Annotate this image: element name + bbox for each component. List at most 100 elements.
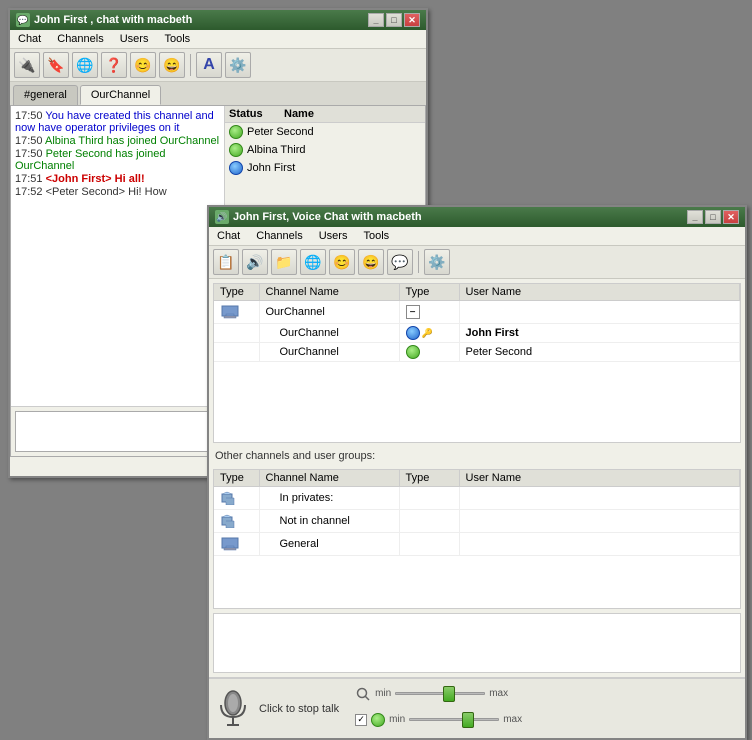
col-channel-name: Channel Name [259, 284, 399, 301]
vc-menu-chat[interactable]: Chat [213, 229, 244, 243]
vc-tool-5[interactable]: 😊 [329, 249, 355, 275]
channel-type-icon [214, 301, 259, 324]
vc-tool-settings[interactable]: ⚙️ [424, 249, 450, 275]
vc-main-table: Type Channel Name Type User Name [214, 284, 740, 362]
slider-row-1: min max [355, 686, 522, 702]
tool-globe[interactable]: 🌐 [72, 52, 98, 78]
john-status-icon [406, 326, 420, 340]
close-button[interactable]: ✕ [404, 13, 420, 27]
peter-status-icon [406, 345, 420, 359]
tool-settings[interactable]: ⚙️ [225, 52, 251, 78]
username-peter: Peter Second [247, 126, 314, 138]
vc-tool-6[interactable]: 😄 [358, 249, 384, 275]
menu-users[interactable]: Users [116, 32, 153, 46]
message-5: 17:52 <Peter Second> Hi! How [15, 186, 220, 198]
main-title-buttons: _ □ ✕ [368, 13, 420, 27]
main-menu-bar: Chat Channels Users Tools [10, 30, 426, 49]
vc-toolbar-sep [418, 251, 419, 273]
vc-tool-4[interactable]: 🌐 [300, 249, 326, 275]
magnifier-icon [355, 686, 371, 702]
other-channels-label: Other channels and user groups: [209, 447, 745, 465]
chat-messages-panel[interactable]: 17:50 You have created this channel and … [11, 106, 225, 406]
other-row-general[interactable]: General [214, 533, 740, 556]
checkbox-1[interactable]: ✓ [355, 714, 367, 726]
channel-row-ourchannel[interactable]: OurChannel − [214, 301, 740, 324]
status-icon-john [229, 161, 243, 175]
username-john: John First [247, 162, 295, 174]
maximize-button[interactable]: □ [386, 13, 402, 27]
vc-close-button[interactable]: ✕ [723, 210, 739, 224]
vc-window-icon: 🔊 [215, 210, 229, 224]
status-icon-albina [229, 143, 243, 157]
other-col-type-2: Type [399, 470, 459, 487]
col-type-2: Type [399, 284, 459, 301]
menu-tools[interactable]: Tools [160, 32, 194, 46]
slider-1[interactable] [395, 686, 485, 702]
vc-tool-2[interactable]: 🔊 [242, 249, 268, 275]
slider-row-2: ✓ min max [355, 712, 522, 728]
vc-main-table-container: Type Channel Name Type User Name [213, 283, 741, 443]
vc-maximize-button[interactable]: □ [705, 210, 721, 224]
tab-ourchannel[interactable]: OurChannel [80, 85, 161, 105]
menu-channels[interactable]: Channels [53, 32, 107, 46]
search-icon [356, 687, 370, 701]
user-row-john-vc[interactable]: OurChannel 🔑 John First [214, 324, 740, 343]
vc-menu-users[interactable]: Users [315, 229, 352, 243]
channel-name-peter: OurChannel [259, 343, 399, 362]
user-row-peter-vc[interactable]: OurChannel Peter Second [214, 343, 740, 362]
vc-empty-area [213, 613, 741, 673]
slider2-min-label: min [389, 714, 405, 725]
user-row-peter[interactable]: Peter Second [225, 123, 425, 141]
vc-tool-3[interactable]: 📁 [271, 249, 297, 275]
message-2: 17:50 Albina Third has joined OurChannel [15, 135, 220, 147]
vc-title-buttons: _ □ ✕ [687, 210, 739, 224]
message-3: 17:50 Peter Second has joined OurChannel [15, 148, 220, 172]
username-john-vc: John First [459, 324, 740, 343]
slider2-max-label: max [503, 714, 522, 725]
other-channel-general: General [259, 533, 399, 556]
main-toolbar: 🔌 🔖 🌐 ❓ 😊 😄 A ⚙️ [10, 49, 426, 82]
toolbar-separator [190, 54, 191, 76]
main-title-bar: 💬 John First , chat with macbeth _ □ ✕ [10, 10, 426, 30]
vc-bottom-controls: Click to stop talk min max [209, 677, 745, 738]
col-user-name: User Name [459, 284, 740, 301]
username-peter-vc: Peter Second [459, 343, 740, 362]
tab-general[interactable]: #general [13, 85, 78, 105]
other-row-not-in-channel[interactable]: Not in channel [214, 510, 740, 533]
vc-menu-bar: Chat Channels Users Tools [209, 227, 745, 246]
other-col-channel-name: Channel Name [259, 470, 399, 487]
smiley-status [371, 713, 385, 727]
user-row-john[interactable]: John First [225, 159, 425, 177]
other-row-in-privates[interactable]: In privates: [214, 487, 740, 510]
other-channel-privates: In privates: [259, 487, 399, 510]
minimize-button[interactable]: _ [368, 13, 384, 27]
vc-menu-tools[interactable]: Tools [359, 229, 393, 243]
status-icon-peter [229, 125, 243, 139]
tool-smiley2[interactable]: 😄 [159, 52, 185, 78]
vc-tool-1[interactable]: 📋 [213, 249, 239, 275]
other-col-user-name: User Name [459, 470, 740, 487]
username-albina: Albina Third [247, 144, 306, 156]
channel-name-john: OurChannel [259, 324, 399, 343]
user-row-albina[interactable]: Albina Third [225, 141, 425, 159]
main-window-title: John First , chat with macbeth [34, 14, 192, 26]
vc-window-title: John First, Voice Chat with macbeth [233, 211, 422, 223]
message-4: 17:51 <John First> Hi all! [15, 173, 220, 185]
tool-connect[interactable]: 🔌 [14, 52, 40, 78]
sliders-container: min max ✓ min max [355, 686, 522, 732]
slider1-min-label: min [375, 688, 391, 699]
status-col-header: Status [229, 108, 284, 120]
tool-smiley[interactable]: 😊 [130, 52, 156, 78]
vc-menu-channels[interactable]: Channels [252, 229, 306, 243]
menu-chat[interactable]: Chat [14, 32, 45, 46]
main-window-icon: 💬 [16, 13, 30, 27]
expand-icon[interactable]: − [406, 305, 420, 319]
tool-help[interactable]: ❓ [101, 52, 127, 78]
tab-bar: #general OurChannel [10, 82, 426, 105]
vc-tool-7[interactable]: 💬 [387, 249, 413, 275]
vc-minimize-button[interactable]: _ [687, 210, 703, 224]
mic-icon-container [215, 685, 251, 732]
tool-text[interactable]: A [196, 52, 222, 78]
tool-bookmark[interactable]: 🔖 [43, 52, 69, 78]
slider-2[interactable] [409, 712, 499, 728]
